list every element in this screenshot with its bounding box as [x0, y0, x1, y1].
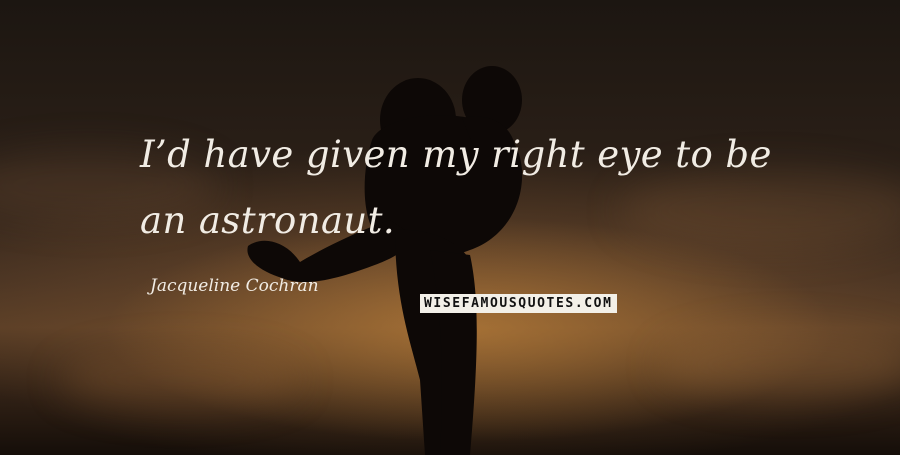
quote-text: I’d have given my right eye to be an ast… [140, 133, 772, 242]
quote-card: I’d have given my right eye to be an ast… [0, 0, 900, 455]
quote-author: Jacqueline Cochran [150, 276, 319, 296]
site-watermark: WISEFAMOUSQUOTES.COM [420, 294, 617, 313]
